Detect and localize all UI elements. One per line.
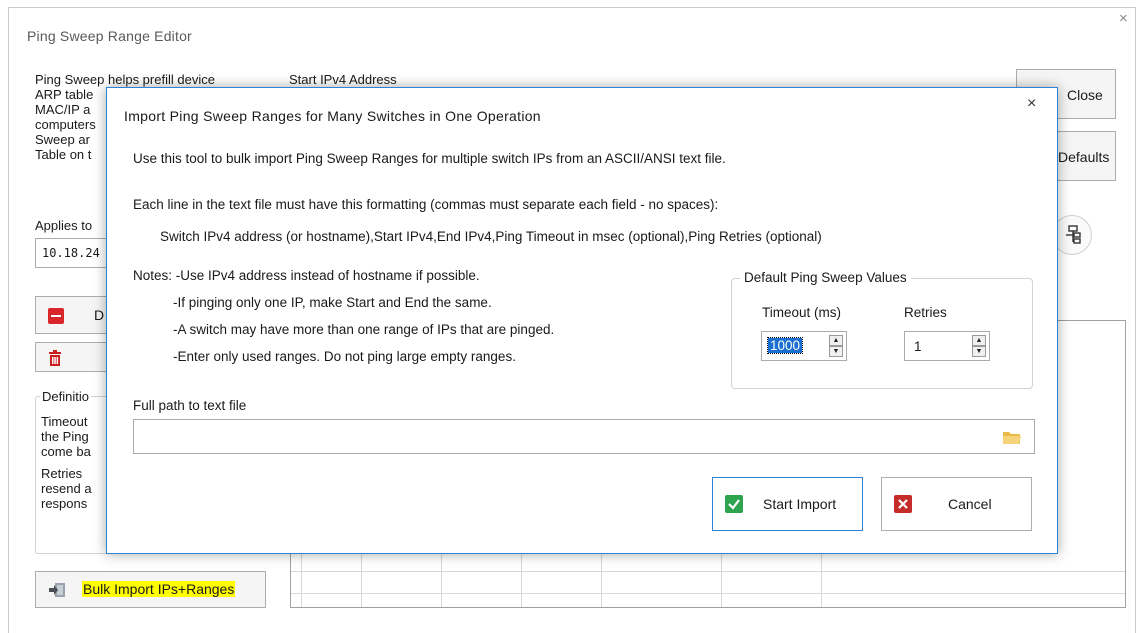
definitions-label: Definitio bbox=[40, 389, 91, 404]
network-tree-icon bbox=[1066, 225, 1081, 244]
dialog-intro: Use this tool to bulk import Ping Sweep … bbox=[133, 151, 726, 166]
spin-up-icon[interactable]: ▲ bbox=[829, 335, 843, 346]
delete-range-label: D bbox=[94, 307, 105, 323]
cancel-button[interactable]: Cancel bbox=[881, 477, 1032, 531]
definitions-line: come ba bbox=[41, 444, 91, 459]
default-values-group: Default Ping Sweep Values Timeout (ms) R… bbox=[731, 270, 1033, 389]
retries-stepper[interactable]: ▲ ▼ bbox=[972, 335, 986, 357]
spin-down-icon[interactable]: ▼ bbox=[972, 346, 986, 357]
check-icon bbox=[725, 495, 743, 513]
definitions-line: the Ping bbox=[41, 429, 89, 444]
applies-to-label: Applies to bbox=[35, 218, 93, 233]
retries-spinner[interactable]: 1 ▲ ▼ bbox=[904, 331, 990, 361]
timeout-spinner[interactable]: 1000 ▲ ▼ bbox=[761, 331, 847, 361]
retries-value: 1 bbox=[914, 339, 922, 354]
close-button-label: Close bbox=[1067, 87, 1103, 103]
defaults-button-label: Defaults bbox=[1058, 149, 1110, 165]
bulk-import-label: Bulk Import IPs+Ranges bbox=[82, 581, 236, 597]
delete-range-button[interactable]: D bbox=[35, 296, 115, 334]
notes-first-line: Notes: -Use IPv4 address instead of host… bbox=[133, 268, 480, 283]
cancel-label: Cancel bbox=[948, 496, 992, 512]
definitions-line: Retries bbox=[41, 466, 83, 481]
applies-to-value: 10.18.24 bbox=[42, 246, 100, 260]
timeout-stepper[interactable]: ▲ ▼ bbox=[829, 335, 843, 357]
timeout-label: Timeout (ms) bbox=[762, 305, 842, 320]
start-import-button[interactable]: Start Import bbox=[712, 477, 863, 531]
definitions-line: resend a bbox=[41, 481, 92, 496]
outer-close-icon[interactable]: × bbox=[1119, 10, 1128, 27]
note-line: -A switch may have more than one range o… bbox=[173, 322, 555, 337]
import-dialog: Import Ping Sweep Ranges for Many Switch… bbox=[106, 87, 1058, 554]
delete-all-button[interactable] bbox=[35, 342, 115, 372]
bulk-import-button[interactable]: Bulk Import IPs+Ranges bbox=[35, 571, 266, 608]
definitions-line: respons bbox=[41, 496, 88, 511]
spin-down-icon[interactable]: ▼ bbox=[829, 346, 843, 357]
definitions-line: Timeout bbox=[41, 414, 88, 429]
start-import-label: Start Import bbox=[763, 496, 837, 512]
applies-to-field[interactable]: 10.18.24 bbox=[35, 238, 115, 268]
path-label: Full path to text file bbox=[133, 398, 247, 413]
path-input[interactable] bbox=[133, 419, 1035, 454]
note-line: -If pinging only one IP, make Start and … bbox=[173, 295, 492, 310]
note-line: -Enter only used ranges. Do not ping lar… bbox=[173, 349, 516, 364]
trash-icon bbox=[49, 350, 61, 366]
cancel-x-icon bbox=[894, 495, 912, 513]
dialog-close-icon[interactable]: × bbox=[1027, 95, 1036, 113]
description-line: Ping Sweep helps prefill device bbox=[35, 72, 215, 87]
start-ipv4-label: Start IPv4 Address bbox=[289, 72, 397, 87]
folder-icon[interactable] bbox=[1002, 429, 1022, 445]
import-icon bbox=[49, 583, 65, 597]
format-line: Switch IPv4 address (or hostname),Start … bbox=[160, 229, 822, 244]
retries-label: Retries bbox=[904, 305, 947, 320]
default-values-label: Default Ping Sweep Values bbox=[740, 270, 911, 285]
network-tree-button[interactable] bbox=[1052, 215, 1092, 255]
outer-window-title: Ping Sweep Range Editor bbox=[27, 28, 192, 44]
dialog-title: Import Ping Sweep Ranges for Many Switch… bbox=[124, 108, 541, 124]
timeout-value: 1000 bbox=[766, 337, 804, 354]
minus-icon bbox=[48, 308, 64, 324]
definitions-text: Timeout the Ping come ba Retries resend … bbox=[41, 414, 92, 511]
spin-up-icon[interactable]: ▲ bbox=[972, 335, 986, 346]
format-heading: Each line in the text file must have thi… bbox=[133, 197, 719, 212]
